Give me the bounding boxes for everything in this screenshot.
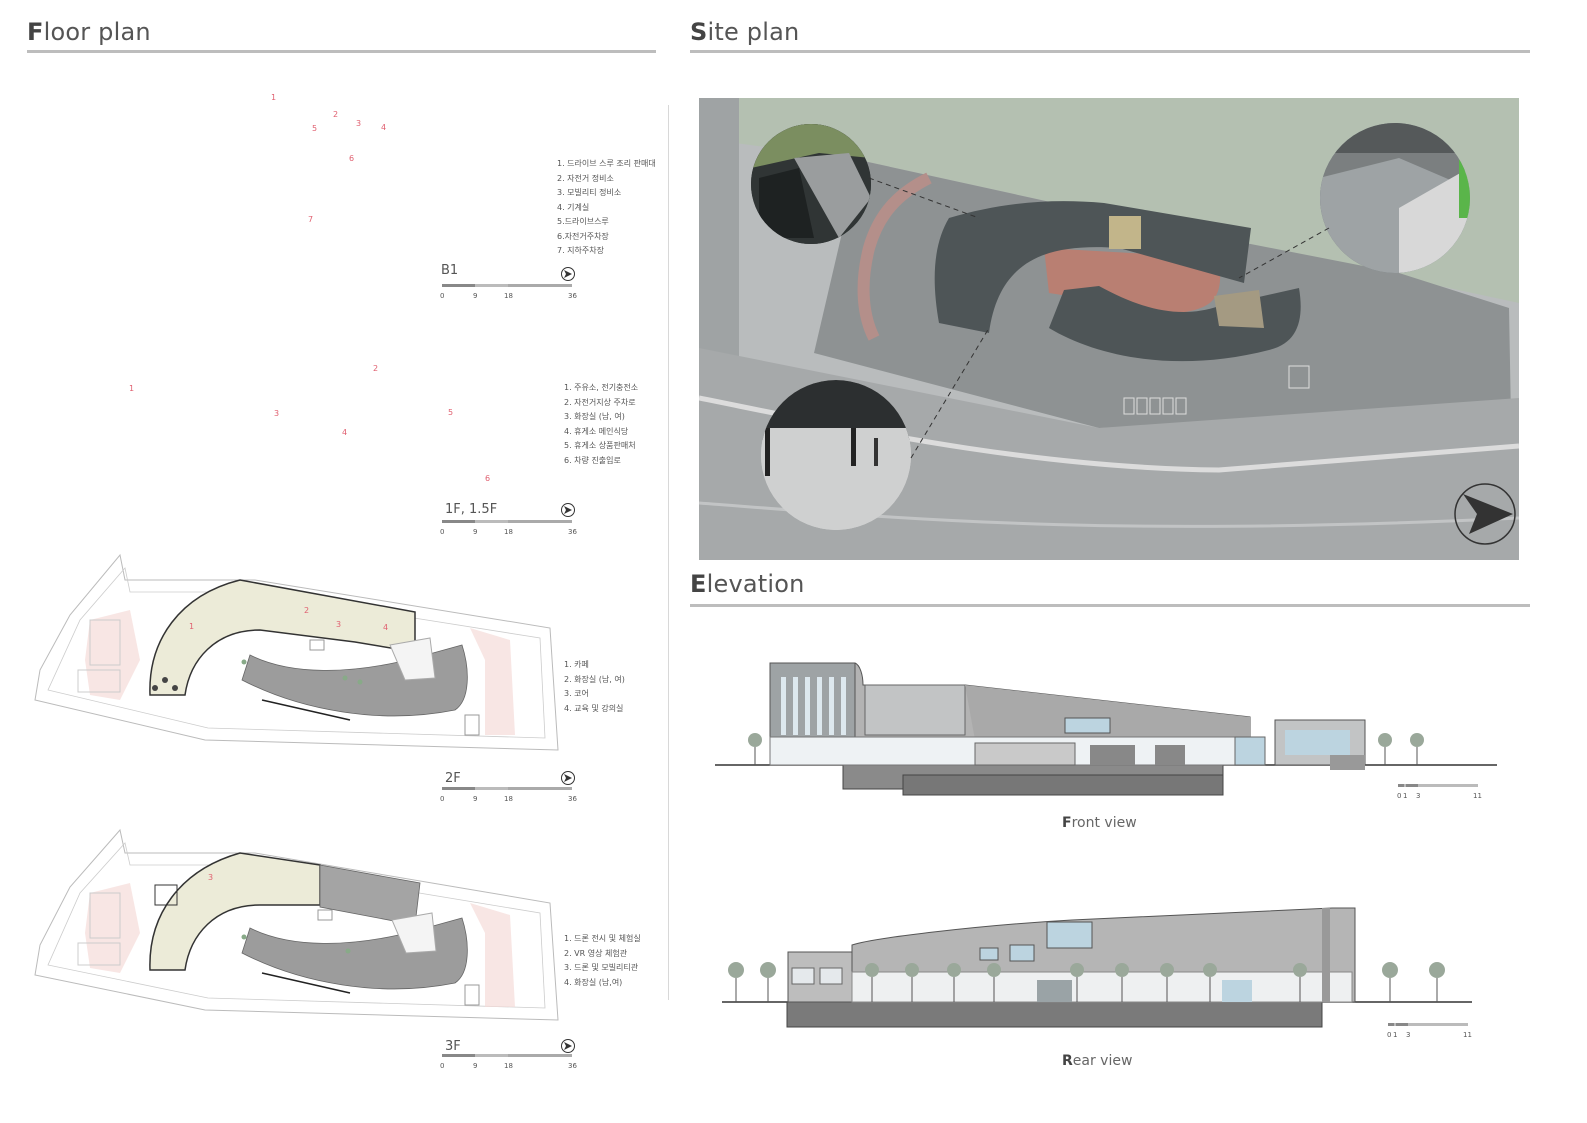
front-view-caption: Front view [1062, 815, 1137, 831]
b1-number: 5 [312, 124, 318, 133]
scale-tick: 0 [440, 528, 445, 536]
b1-floor-label: B1 [441, 263, 459, 278]
f2-floor-label: 2F [445, 771, 461, 786]
elevation-heading: Elevation [690, 570, 805, 598]
north-arrow-icon [561, 1039, 575, 1053]
b1-scale-bar: 0 9 18 36 [440, 284, 592, 308]
scale-tick: 3 [1416, 792, 1421, 800]
legend-item: 3. 모빌리티 정비소 [557, 188, 622, 197]
legend-item: 1. 드론 전시 및 체험실 [564, 934, 641, 943]
legend-item: 3. 화장실 (남, 여) [564, 412, 625, 421]
legend-item: 2. VR 영상 체험관 [564, 948, 628, 958]
f2-number: 3 [336, 620, 342, 629]
front-elevation-drawing [715, 662, 1497, 796]
f1-number: 2 [373, 364, 379, 373]
legend-item: 5.드라이브스루 [557, 217, 609, 226]
scale-tick: 11 [1473, 792, 1482, 800]
north-arrow-icon [561, 771, 575, 785]
legend-item: 5. 휴게소 상품판매처 [564, 441, 636, 450]
legend-item: 1. 드라이브 스루 조리 판매대 [557, 159, 656, 168]
legend-item: 4. 화장실 (남,여) [564, 977, 623, 987]
column-divider [668, 105, 669, 1000]
floor-plan-heading: Floor plan [27, 18, 151, 46]
north-arrow-icon [561, 503, 575, 517]
b1-number: 2 [333, 110, 339, 119]
rear-view-caption: Rear view [1062, 1053, 1133, 1069]
f3-floor-label: 3F [445, 1039, 461, 1054]
f2-number: 2 [304, 606, 310, 615]
scale-tick: 0 [1397, 792, 1402, 800]
scale-tick: 0 [440, 795, 445, 803]
front-elevation-scale: 0 1 3 11 [1397, 784, 1488, 808]
f1-number: 5 [448, 408, 454, 417]
legend-item: 3. 드론 및 모빌리티관 [564, 963, 639, 972]
legend-item: 4. 기계실 [557, 202, 590, 212]
scale-tick: 36 [568, 292, 577, 300]
b1-number: 1 [271, 93, 277, 102]
legend-item: 6.자전거주차장 [557, 231, 609, 241]
legend-item: 3. 코어 [564, 689, 589, 698]
rear-elevation-scale: 0 1 3 11 [1387, 1023, 1478, 1047]
north-arrow-icon [561, 267, 575, 281]
scale-tick: 0 [440, 1062, 445, 1070]
elevation-rule [690, 604, 1530, 607]
f1-scale-bar: 0 9 18 36 [440, 520, 592, 544]
b1-legend: 1. 드라이브 스루 조리 판매대 2. 자전거 정비소 3. 모빌리티 정비소… [557, 157, 656, 259]
site-plan-heading: Site plan [690, 18, 800, 46]
legend-item: 2. 자전거지상 주차로 [564, 397, 636, 407]
scale-tick: 0 [440, 292, 445, 300]
f1-number: 1 [129, 384, 135, 393]
legend-item: 6. 차량 진출입로 [564, 455, 621, 465]
legend-item: 1. 카페 [564, 660, 589, 669]
b1-number: 6 [349, 154, 355, 163]
legend-item: 4. 휴게소 메인식당 [564, 426, 629, 436]
f1-number: 3 [274, 409, 280, 418]
f3-scale-bar: 0 9 18 36 [440, 1054, 592, 1078]
scale-tick: 1 [1393, 1031, 1398, 1039]
scale-tick: 0 [1387, 1031, 1392, 1039]
b1-number: 3 [356, 119, 362, 128]
rear-elevation-drawing [722, 907, 1472, 1028]
f2-number: 1 [189, 622, 195, 631]
site-plan-render [699, 98, 1519, 560]
f1-legend: 1. 주유소, 전기충전소 2. 자전거지상 주차로 3. 화장실 (남, 여)… [564, 381, 638, 468]
scale-tick: 9 [473, 528, 478, 536]
scale-tick: 36 [568, 528, 577, 536]
legend-item: 7. 지하주차장 [557, 246, 604, 255]
f3-number: 3 [208, 873, 214, 882]
floor-plan-rule [27, 50, 656, 53]
scale-tick: 18 [504, 795, 513, 803]
scale-tick: 18 [504, 292, 513, 300]
scale-tick: 36 [568, 795, 577, 803]
legend-item: 2. 자전거 정비소 [557, 173, 614, 183]
f2-number: 4 [383, 623, 389, 632]
floor-2f-plan-drawing [34, 553, 559, 751]
scale-tick: 18 [504, 1062, 513, 1070]
scale-tick: 9 [473, 292, 478, 300]
b1-number: 4 [381, 123, 387, 132]
legend-item: 2. 화장실 (남, 여) [564, 674, 625, 684]
scale-tick: 9 [473, 1062, 478, 1070]
floor-3f-plan-drawing [34, 828, 559, 1021]
legend-item: 1. 주유소, 전기충전소 [564, 383, 639, 392]
site-plan-rule [690, 50, 1530, 53]
b1-number: 7 [308, 215, 314, 224]
scale-tick: 36 [568, 1062, 577, 1070]
legend-item: 4. 교육 및 강의실 [564, 703, 624, 713]
f1-number: 4 [342, 428, 348, 437]
f1-number: 6 [485, 474, 491, 483]
f3-legend: 1. 드론 전시 및 체험실 2. VR 영상 체험관 3. 드론 및 모빌리티… [564, 932, 641, 990]
scale-tick: 18 [504, 528, 513, 536]
scale-tick: 9 [473, 795, 478, 803]
scale-tick: 11 [1463, 1031, 1472, 1039]
f1-floor-label: 1F, 1.5F [445, 502, 498, 517]
scale-tick: 1 [1403, 792, 1408, 800]
f2-scale-bar: 0 9 18 36 [440, 787, 592, 811]
scale-tick: 3 [1406, 1031, 1411, 1039]
f2-legend: 1. 카페 2. 화장실 (남, 여) 3. 코어 4. 교육 및 강의실 [564, 658, 625, 716]
